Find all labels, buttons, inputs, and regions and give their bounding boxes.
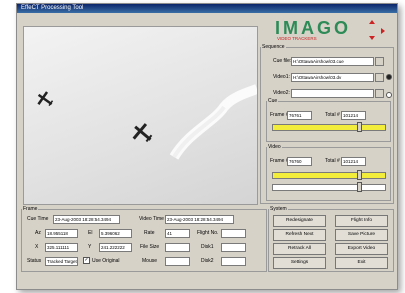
cue-progress-slider[interactable] — [272, 124, 386, 131]
video-slider-thumb[interactable] — [357, 170, 362, 180]
disk2-label: Disk2 — [201, 258, 214, 264]
cue-time-field: 23-Aug-2003 18:28:54.3494 — [53, 215, 120, 224]
logo-tagline: VIDEO TRACKERS — [277, 36, 317, 41]
video2-field[interactable] — [291, 89, 374, 98]
main-window: EffeCT Processing Tool IMAGO VIDEO TRACK… — [16, 3, 398, 290]
export-video-button[interactable]: Export Video — [335, 243, 388, 255]
video-total-field: 101214 — [341, 157, 366, 166]
rate-label: Rate — [144, 230, 155, 236]
disk1-label: Disk1 — [201, 244, 214, 250]
video2-progress-slider[interactable] — [272, 184, 386, 191]
az-label: Az — [35, 230, 41, 236]
el-label: El — [88, 230, 93, 236]
airplane-right — [132, 123, 153, 143]
video-legend: Video — [268, 144, 281, 150]
video-total-label: Total # — [325, 158, 340, 164]
y-label: Y — [88, 244, 92, 250]
airplane-left — [37, 91, 54, 107]
refresh-next-button[interactable]: Refresh Next — [273, 229, 326, 241]
cue-file-label: Cue file: — [273, 58, 292, 64]
x-label: X — [35, 244, 39, 250]
cue-total-field: 101214 — [341, 111, 366, 120]
x-field: 325.111111 — [45, 243, 78, 252]
rate-field: 41 — [165, 229, 190, 238]
flight-no-field — [221, 229, 246, 238]
y-field: 241.222222 — [99, 243, 132, 252]
video2-slider-thumb[interactable] — [357, 182, 362, 192]
window-title: EffeCT Processing Tool — [17, 4, 397, 13]
cue-file-field[interactable]: H:\OttawaAirshow\03.cue — [291, 57, 374, 66]
video-time-label: Video Time — [139, 216, 164, 222]
retrack-all-button[interactable]: Retrack All — [273, 243, 326, 255]
status-label: Status — [27, 258, 42, 264]
file-size-field — [165, 243, 190, 252]
cue-total-label: Total # — [325, 112, 340, 118]
video-time-field: 23-Aug-2003 18:28:54.3494 — [165, 215, 234, 224]
sequence-legend: Sequence — [262, 44, 285, 50]
flight-info-button[interactable]: Flight Info — [335, 215, 388, 227]
cue-frame-label: Frame # — [270, 112, 289, 118]
settings-button[interactable]: Settings — [273, 257, 326, 269]
video1-radio[interactable] — [386, 74, 392, 80]
video-progress-slider[interactable] — [272, 172, 386, 179]
flight-no-label: Flight No. — [197, 230, 219, 236]
disk2-field — [221, 257, 246, 266]
video2-label: Video2: — [273, 90, 290, 96]
disk1-field — [221, 243, 246, 252]
video-frame-label: Frame # — [270, 158, 289, 164]
cue-slider-thumb[interactable] — [357, 122, 362, 132]
redesignate-button[interactable]: Redesignate — [273, 215, 326, 227]
el-field: 5.396062 — [99, 229, 132, 238]
video1-label: Video1: — [273, 74, 290, 80]
video1-browse-button[interactable] — [375, 73, 384, 82]
imago-logo: IMAGO VIDEO TRACKERS — [271, 18, 386, 42]
cue-group: Cue — [266, 98, 391, 142]
file-size-label: File Size — [140, 244, 160, 250]
status-field: Tracked Target — [45, 257, 78, 266]
logo-text: IMAGO — [275, 18, 351, 38]
mouse-label: Mouse — [142, 258, 158, 264]
use-original-checkbox[interactable]: ✓ — [83, 257, 90, 264]
frame-legend: Frame — [23, 206, 38, 212]
az-field: 18.955118 — [45, 229, 78, 238]
mouse-field — [165, 257, 190, 266]
video1-field[interactable]: H:\OttawaAirshow\03.dv — [291, 73, 374, 82]
cue-legend: Cue — [268, 98, 278, 104]
video-frame-field[interactable]: 76760 — [287, 157, 312, 166]
exit-button[interactable]: Exit — [335, 257, 388, 269]
video-frame-image — [37, 84, 257, 160]
save-picture-button[interactable]: Save Picture — [335, 229, 388, 241]
cue-file-browse-button[interactable] — [375, 57, 384, 66]
cue-frame-field[interactable]: 76761 — [287, 111, 312, 120]
video2-browse-button[interactable] — [375, 89, 384, 98]
video-view[interactable] — [23, 26, 258, 205]
cue-time-label: Cue Time — [27, 216, 49, 222]
use-original-label: Use Original — [92, 258, 120, 264]
system-legend: System — [270, 206, 287, 212]
